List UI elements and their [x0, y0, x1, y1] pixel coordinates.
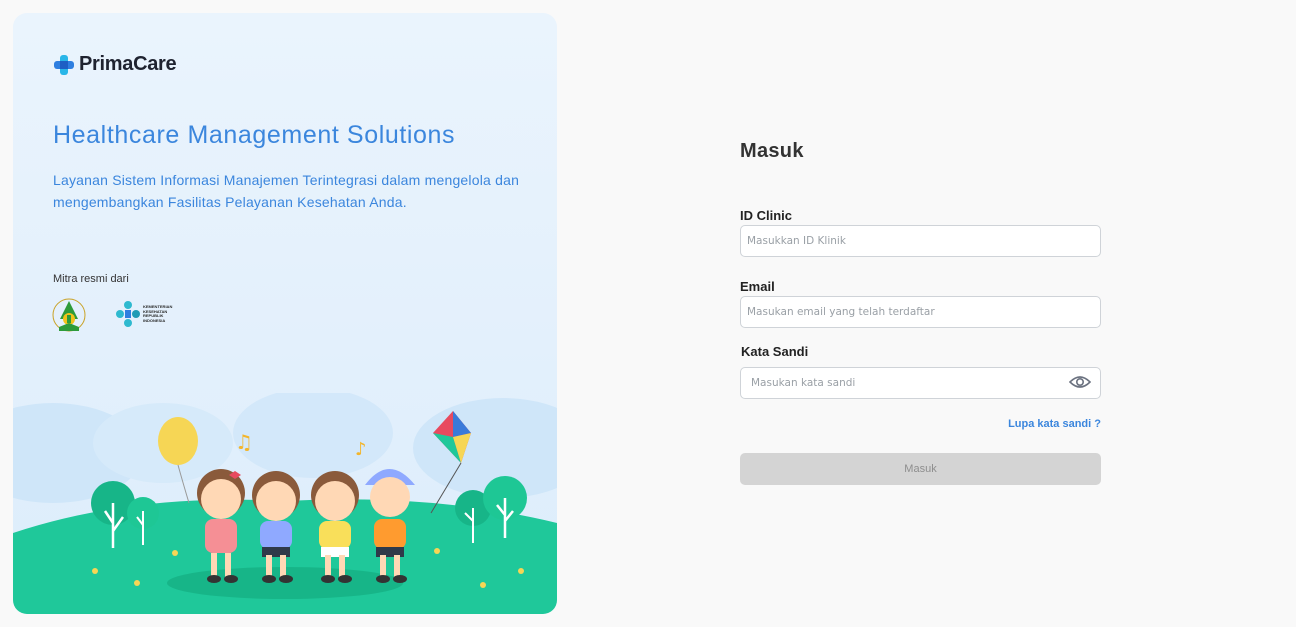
clinic-id-label: ID Clinic [740, 208, 793, 223]
email-input[interactable] [740, 296, 1101, 328]
email-label: Email [740, 279, 775, 294]
hero-title: Healthcare Management Solutions [53, 121, 456, 149]
login-form: Masuk ID Clinic Email Kata Sandi Lupa ka… [740, 140, 1101, 485]
hero-subtitle: Layanan Sistem Informasi Manajemen Terin… [53, 172, 520, 210]
login-title: Masuk [740, 140, 804, 162]
svg-text:♪: ♪ [355, 439, 367, 460]
password-label: Kata Sandi [741, 344, 809, 359]
login-submit-button[interactable]: Masuk [740, 453, 1101, 485]
kemkes-emblem-icon [116, 301, 140, 327]
clinic-id-input[interactable] [740, 225, 1101, 257]
partners-label: Mitra resmi dari [53, 273, 129, 285]
hero-panel: PrimaCare Healthcare Management Solution… [13, 13, 557, 614]
kemkes-logo: KEMENTERIAN KESEHATAN REPUBLIK INDONESIA [115, 300, 183, 328]
forgot-password-link[interactable]: Lupa kata sandi ? [1008, 418, 1101, 430]
children-illustration: ♫ ♪ [13, 393, 557, 614]
kemkes-text: KEMENTERIAN KESEHATAN REPUBLIK INDONESIA [143, 304, 173, 323]
bakti-husada-logo-icon [52, 298, 86, 332]
svg-text:♫: ♫ [235, 430, 253, 454]
password-input[interactable] [740, 367, 1101, 399]
brand: PrimaCare [53, 53, 177, 76]
medical-cross-logo-icon [54, 54, 74, 75]
eye-icon[interactable] [1069, 374, 1091, 390]
brand-name: PrimaCare [79, 53, 177, 75]
